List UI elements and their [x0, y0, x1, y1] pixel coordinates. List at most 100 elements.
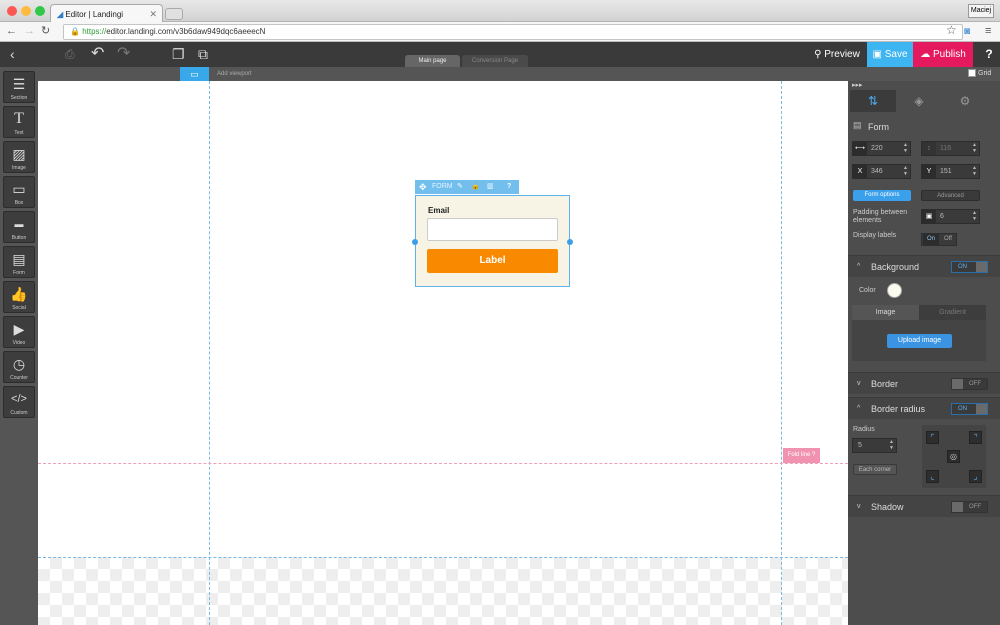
grid-checkbox[interactable] [968, 69, 976, 78]
background-section-header[interactable]: ^ Background ON [848, 255, 1000, 277]
sidebar-item-button[interactable]: ▬ Button [3, 211, 35, 243]
radius-stepper[interactable]: ▲ ▼ [889, 439, 894, 451]
add-viewport-link[interactable]: Add viewport [217, 67, 252, 81]
browser-menu-icon[interactable]: ≡ [985, 24, 991, 39]
sidebar-item-text[interactable]: T Text [3, 106, 35, 138]
minimize-window-icon[interactable] [21, 6, 31, 16]
bookmark-star-icon[interactable]: ☆ [946, 23, 957, 38]
display-labels-label: Display labels [853, 232, 897, 239]
grid-toggle[interactable]: Grid [968, 68, 991, 80]
sidebar-item-section[interactable]: ☰ Section [3, 71, 35, 103]
form-options-button[interactable]: Form options [853, 190, 911, 201]
desktop-viewport-button[interactable]: ▭ [180, 67, 209, 81]
corner-top-left-icon[interactable]: ⌜ [926, 431, 939, 444]
maximize-window-icon[interactable] [35, 6, 45, 16]
shadow-switch[interactable]: OFF [951, 501, 988, 513]
resize-handle-right[interactable] [567, 239, 573, 245]
corner-bottom-left-icon[interactable]: ⌞ [926, 470, 939, 483]
form-help-icon[interactable]: ? [507, 180, 511, 194]
form-submit-button[interactable]: Label [427, 249, 558, 273]
all-corners-icon[interactable]: ◎ [947, 450, 960, 463]
back-chevron-icon[interactable]: ‹ [10, 42, 15, 66]
resize-handle-left[interactable] [412, 239, 418, 245]
corner-bottom-right-icon[interactable]: ⌟ [969, 470, 982, 483]
upload-image-button[interactable]: Upload image [887, 334, 952, 348]
background-color-swatch[interactable] [887, 283, 902, 298]
tab-layers[interactable]: ◈ [896, 90, 942, 112]
y-stepper[interactable]: ▲ ▼ [972, 165, 977, 177]
thumb-icon: 👍 [10, 286, 28, 302]
close-tab-icon[interactable]: ✕ [149, 9, 157, 20]
padding-stepper[interactable]: ▲ ▼ [972, 210, 977, 222]
switch-knob [976, 404, 987, 414]
reload-icon[interactable]: ↻ [41, 24, 50, 39]
switch-knob [952, 502, 963, 512]
border-section-header[interactable]: v Border OFF [848, 372, 1000, 394]
each-corner-button[interactable]: Each corner [853, 464, 897, 475]
user-profile-button[interactable]: Maciej [968, 4, 994, 18]
sidebar-item-image[interactable]: ▨ Image [3, 141, 35, 173]
address-bar[interactable]: 🔒 https://editor.landingi.com/v3b6daw949… [63, 24, 963, 40]
save-button[interactable]: ▣ Save [867, 42, 913, 67]
bring-forward-icon[interactable]: ❐ [172, 42, 185, 66]
background-switch[interactable]: ON [951, 261, 988, 273]
tab-background-image[interactable]: Image [852, 305, 919, 320]
duplicate-icon[interactable]: ⧉ [198, 42, 208, 66]
border-radius-section-header[interactable]: ^ Border radius ON [848, 397, 1000, 419]
camera-extension-icon[interactable]: ◙ [964, 24, 970, 39]
sidebar-item-social[interactable]: 👍 Social [3, 281, 35, 313]
undo-icon[interactable]: ↶ [91, 42, 104, 66]
move-icon[interactable]: ✥ [419, 180, 427, 194]
form-element[interactable]: Email Label [415, 195, 570, 287]
fold-line-label[interactable]: Fold line ? [783, 448, 820, 463]
tab-background-gradient[interactable]: Gradient [919, 305, 986, 320]
sidebar-item-form[interactable]: ▤ Form [3, 246, 35, 278]
shadow-section-header[interactable]: v Shadow OFF [848, 495, 1000, 517]
width-input[interactable]: ⟷ 220 ▲ ▼ [852, 141, 911, 156]
help-button[interactable]: ? [978, 42, 1000, 67]
corner-top-right-icon[interactable]: ⌝ [969, 431, 982, 444]
height-stepper[interactable]: ▲ ▼ [972, 142, 977, 154]
trash-icon[interactable]: ▥ [487, 180, 494, 194]
x-position-input[interactable]: X 346 ▲ ▼ [852, 164, 911, 179]
display-labels-off[interactable]: Off [940, 234, 956, 245]
padding-input[interactable]: ▣ 6 ▲ ▼ [921, 209, 980, 224]
browser-tab[interactable]: ◢ Editor | Landingi ✕ [50, 4, 163, 23]
corner-picker: ⌜ ⌝ ◎ ⌞ ⌟ [922, 425, 986, 488]
tab-properties[interactable]: ⇅ [850, 90, 896, 112]
sidebar-item-counter[interactable]: ◷ Counter [3, 351, 35, 383]
display-labels-on[interactable]: On [923, 234, 939, 245]
tab-settings[interactable]: ⚙ [942, 90, 988, 112]
forward-arrow-icon[interactable]: → [24, 24, 35, 39]
collapse-panel-icon[interactable]: ▸▸▸ [852, 81, 863, 89]
border-switch[interactable]: OFF [951, 378, 988, 390]
border-radius-switch[interactable]: ON [951, 403, 988, 415]
width-arrows-icon: ⟷ [853, 142, 867, 155]
width-stepper[interactable]: ▲ ▼ [903, 142, 908, 154]
shadow-switch-state: OFF [969, 504, 981, 510]
page-canvas[interactable] [38, 81, 848, 625]
radius-input[interactable]: 5 ▲ ▼ [852, 438, 897, 453]
sidebar-item-box[interactable]: ▭ Box [3, 176, 35, 208]
publish-button[interactable]: ☁ Publish [913, 42, 973, 67]
preview-button[interactable]: ⚲ Preview [807, 42, 867, 67]
tab-main-page[interactable]: Main page [405, 55, 460, 67]
tab-conversion-page[interactable]: Conversion Page [462, 55, 528, 67]
height-input[interactable]: ↕ 116 ▲ ▼ [921, 141, 980, 156]
switch-knob [952, 379, 963, 389]
back-arrow-icon[interactable]: ← [6, 24, 17, 39]
email-field[interactable] [427, 218, 558, 241]
sidebar-item-video[interactable]: ▶ Video [3, 316, 35, 348]
display-labels-toggle[interactable]: On Off [921, 233, 957, 246]
new-tab-button[interactable] [165, 8, 183, 20]
close-window-icon[interactable] [7, 6, 17, 16]
x-stepper[interactable]: ▲ ▼ [903, 165, 908, 177]
advanced-button[interactable]: Advanced [921, 190, 980, 201]
sidebar-item-custom[interactable]: </> Custom [3, 386, 35, 418]
lock-icon: 🔒 [70, 27, 80, 36]
redo-icon[interactable]: ↷ [117, 42, 130, 66]
print-icon[interactable]: ⎙ [65, 42, 75, 66]
pencil-icon[interactable]: ✎ [457, 180, 463, 194]
y-position-input[interactable]: Y 151 ▲ ▼ [921, 164, 980, 179]
unlock-icon[interactable]: 🔓 [471, 180, 480, 194]
